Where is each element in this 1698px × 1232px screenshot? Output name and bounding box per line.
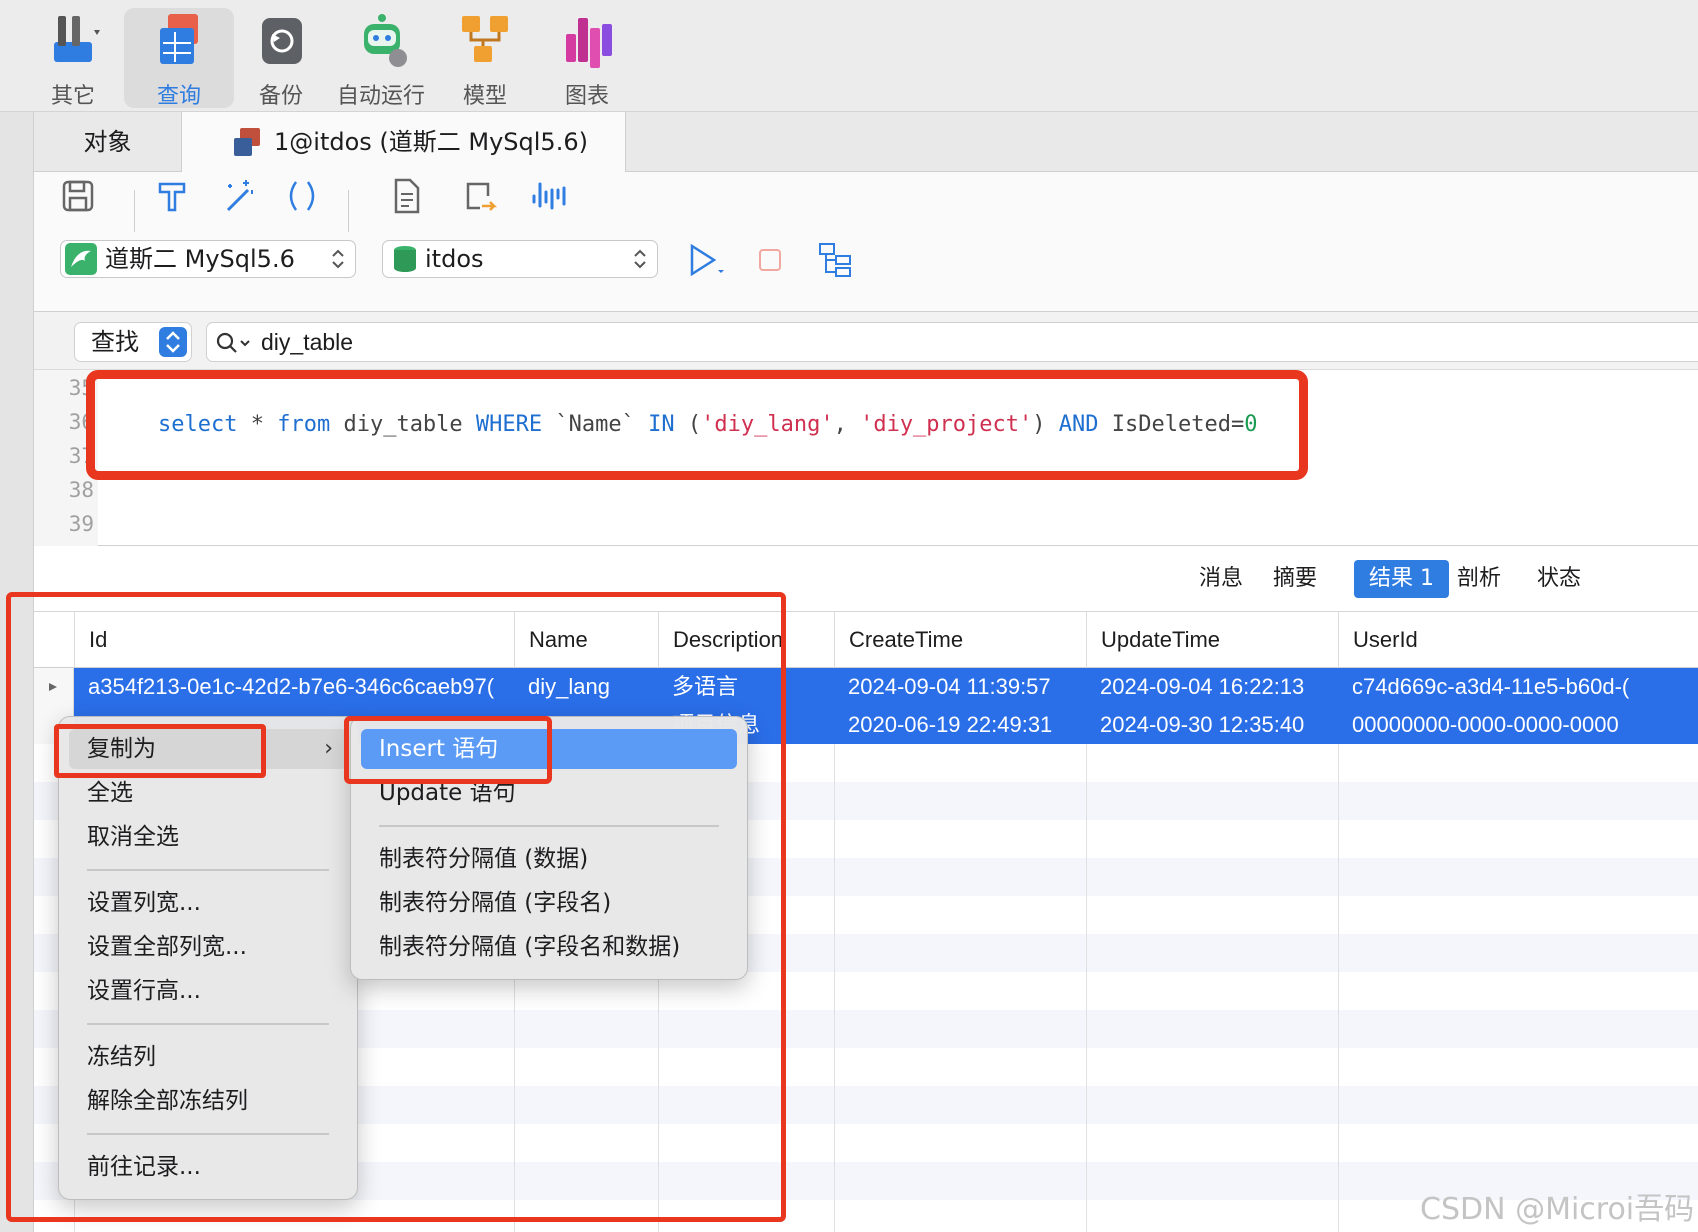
tab-query-label: 1@itdos (道斯二 MySql5.6) (274, 128, 588, 156)
connection-select-value: 道斯二 MySql5.6 (105, 245, 295, 273)
backup-icon (262, 18, 302, 64)
parentheses-icon[interactable] (282, 176, 322, 216)
line-number: 35 (68, 376, 94, 400)
database-icon (394, 246, 416, 272)
save-icon[interactable] (58, 176, 98, 216)
mysql-connection-icon (65, 243, 97, 275)
document-icon[interactable] (386, 176, 426, 216)
beautify-sql-icon[interactable] (152, 176, 192, 216)
column-divider (1086, 668, 1087, 1232)
toolbar-backup-button[interactable]: 备份 (226, 8, 336, 109)
line-number: 36 (68, 410, 94, 434)
tab-objects[interactable]: 对象 (34, 112, 182, 172)
editor-toolbar: 道斯二 MySql5.6 itdos (34, 172, 1698, 312)
tools-icon (54, 16, 100, 62)
column-divider (1338, 668, 1339, 1232)
toolbar-model-label: 模型 (462, 84, 507, 109)
explain-icon[interactable] (528, 176, 568, 216)
toolbar-other-button[interactable]: 其它 (18, 8, 128, 109)
cell-updatetime[interactable]: 2024-09-30 12:35:40 (1086, 706, 1338, 744)
tab-query[interactable]: 1@itdos (道斯二 MySql5.6) (182, 112, 626, 172)
line-number: 38 (68, 478, 94, 502)
chart-icon (566, 18, 612, 68)
tab-status[interactable]: 状态 (1522, 560, 1596, 598)
annotation-box-grid (6, 592, 786, 1222)
tab-messages[interactable]: 消息 (1184, 560, 1258, 598)
annotation-box-sql (86, 370, 1308, 480)
cell-updatetime[interactable]: 2024-09-04 16:22:13 (1086, 668, 1338, 706)
chevron-updown-icon (332, 249, 344, 269)
column-header-createtime[interactable]: CreateTime (834, 612, 1086, 668)
find-input-value: diy_table (261, 329, 354, 355)
toolbar-automation-label: 自动运行 (336, 84, 425, 109)
run-icon[interactable] (686, 240, 726, 280)
magic-wand-icon[interactable] (218, 176, 258, 216)
line-number: 37 (68, 444, 94, 468)
stop-icon[interactable] (750, 240, 790, 280)
find-mode-stepper[interactable] (159, 327, 187, 357)
toolbar-separator (134, 190, 135, 232)
database-select[interactable]: itdos (382, 240, 658, 278)
cell-createtime[interactable]: 2024-09-04 11:39:57 (834, 668, 1086, 706)
toolbar-query-button[interactable]: 查询 (124, 8, 234, 109)
tab-profile[interactable]: 剖析 (1442, 560, 1516, 598)
find-mode-label: 查找 (91, 328, 139, 356)
query-structure-icon[interactable] (816, 240, 856, 280)
cell-userid[interactable]: 00000000-0000-0000-0000 (1338, 706, 1698, 744)
robot-icon (364, 14, 407, 67)
watermark: CSDN @Microi吾码 (1420, 1192, 1695, 1227)
column-header-userid[interactable]: UserId (1338, 612, 1698, 668)
toolbar-query-label: 查询 (156, 84, 201, 109)
tab-result-1[interactable]: 结果 1 (1354, 560, 1449, 598)
toolbar-backup-label: 备份 (258, 84, 303, 109)
model-icon (462, 16, 508, 62)
toolbar-other-label: 其它 (50, 84, 95, 109)
cell-createtime[interactable]: 2020-06-19 22:49:31 (834, 706, 1086, 744)
column-divider (834, 668, 835, 1232)
find-mode-select[interactable]: 查找 (74, 322, 192, 362)
toolbar-chart-label: 图表 (564, 84, 609, 109)
column-header-updatetime[interactable]: UpdateTime (1086, 612, 1338, 668)
chevron-updown-icon (634, 249, 646, 269)
toolbar-automation-button[interactable]: 自动运行 (326, 8, 436, 109)
database-select-value: itdos (425, 245, 484, 273)
chevron-updown-icon (166, 331, 180, 353)
tab-bar: 对象 1@itdos (道斯二 MySql5.6) (34, 112, 1698, 172)
search-icon (216, 332, 250, 353)
query-tab-icon (234, 128, 260, 156)
annotation-box-copy-as (54, 724, 266, 778)
tab-summary[interactable]: 摘要 (1258, 560, 1332, 598)
line-number: 39 (68, 512, 94, 536)
connection-select[interactable]: 道斯二 MySql5.6 (60, 240, 356, 278)
query-icon (160, 14, 198, 64)
find-bar: 查找 diy_table (34, 312, 1698, 370)
toolbar-model-button[interactable]: 模型 (430, 8, 540, 109)
toolbar-separator (348, 190, 349, 232)
cell-userid[interactable]: c74d669c-a3d4-11e5-b60d-( (1338, 668, 1698, 706)
main-toolbar: 其它 查询 备份 自动运行 模型 图表 (0, 0, 1698, 112)
find-input[interactable]: diy_table (206, 322, 1698, 362)
annotation-box-insert (344, 716, 552, 784)
export-icon[interactable] (460, 176, 500, 216)
toolbar-chart-button[interactable]: 图表 (532, 8, 642, 109)
